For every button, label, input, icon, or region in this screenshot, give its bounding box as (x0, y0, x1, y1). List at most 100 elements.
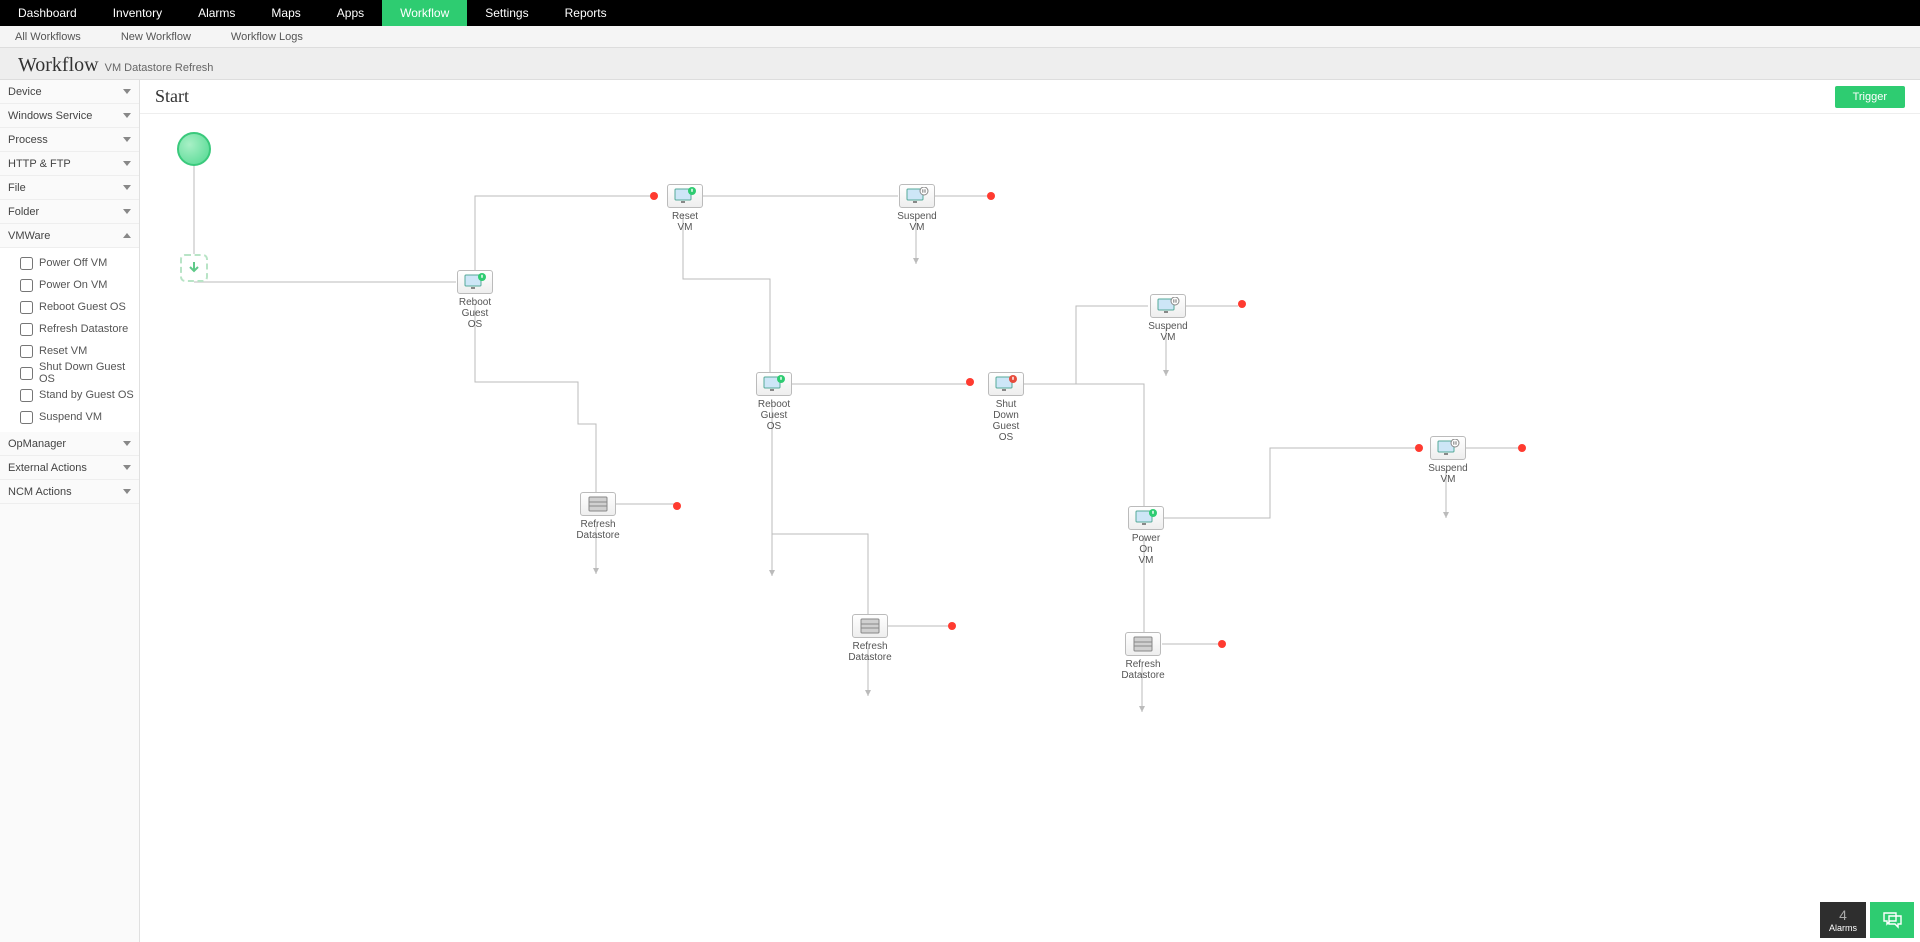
subnav-all-workflows[interactable]: All Workflows (15, 31, 81, 43)
monitor-off-icon (988, 372, 1024, 396)
fail-port-icon[interactable] (987, 192, 995, 200)
chevron-icon (123, 185, 131, 190)
checkbox[interactable] (20, 279, 33, 292)
chevron-icon (123, 489, 131, 494)
node-reset[interactable]: ResetVM (665, 184, 705, 233)
node-reboot2[interactable]: RebootGuestOS (754, 372, 794, 432)
fail-port-icon[interactable] (1238, 300, 1246, 308)
sidebar-cat-opmanager[interactable]: OpManager (0, 432, 139, 456)
title-bar: Workflow VM Datastore Refresh (0, 48, 1920, 80)
sidebar-cat-vmware[interactable]: VMWare (0, 224, 139, 248)
fail-port-icon[interactable] (673, 502, 681, 510)
sidebar-cat-folder[interactable]: Folder (0, 200, 139, 224)
sidebar-item-reboot-guest-os[interactable]: Reboot Guest OS (20, 296, 139, 318)
chevron-icon (123, 441, 131, 446)
sidebar-cat-external-actions[interactable]: External Actions (0, 456, 139, 480)
fail-port-icon[interactable] (966, 378, 974, 386)
checkbox[interactable] (20, 257, 33, 270)
node-shutdown[interactable]: ShutDownGuestOS (986, 372, 1026, 443)
subnav-new-workflow[interactable]: New Workflow (121, 31, 191, 43)
nav-inventory[interactable]: Inventory (95, 0, 180, 26)
monitor-pause-icon (899, 184, 935, 208)
node-label: ResetVM (650, 211, 720, 233)
sidebar-cat-http-ftp[interactable]: HTTP & FTP (0, 152, 139, 176)
fail-port-icon[interactable] (1415, 444, 1423, 452)
monitor-power-icon (457, 270, 493, 294)
top-nav: DashboardInventoryAlarmsMapsAppsWorkflow… (0, 0, 1920, 26)
checkbox[interactable] (20, 323, 33, 336)
datastore-icon (852, 614, 888, 638)
nav-settings[interactable]: Settings (467, 0, 546, 26)
drop-zone[interactable] (180, 254, 208, 282)
node-label: SuspendVM (1413, 463, 1483, 485)
nav-maps[interactable]: Maps (253, 0, 318, 26)
nav-apps[interactable]: Apps (319, 0, 382, 26)
chevron-icon (123, 161, 131, 166)
sidebar-item-shut-down-guest-os[interactable]: Shut Down Guest OS (20, 362, 139, 384)
checkbox[interactable] (20, 301, 33, 314)
checkbox[interactable] (20, 345, 33, 358)
subnav-workflow-logs[interactable]: Workflow Logs (231, 31, 303, 43)
canvas-header: Start Trigger (140, 80, 1920, 114)
chat-icon (1882, 911, 1902, 929)
monitor-pause-icon (1430, 436, 1466, 460)
node-label: ShutDownGuestOS (971, 399, 1041, 443)
nav-workflow[interactable]: Workflow (382, 0, 467, 26)
node-poweron[interactable]: PowerOnVM (1126, 506, 1166, 566)
monitor-power-icon (667, 184, 703, 208)
sidebar-cat-ncm-actions[interactable]: NCM Actions (0, 480, 139, 504)
node-refresh1[interactable]: RefreshDatastore (578, 492, 618, 541)
checkbox[interactable] (20, 389, 33, 402)
node-label: RebootGuestOS (739, 399, 809, 432)
node-suspend1[interactable]: SuspendVM (897, 184, 937, 233)
sidebar-cat-windows-service[interactable]: Windows Service (0, 104, 139, 128)
sidebar-cat-file[interactable]: File (0, 176, 139, 200)
trigger-button[interactable]: Trigger (1835, 86, 1905, 108)
node-suspend3[interactable]: SuspendVM (1428, 436, 1468, 485)
node-label: RebootGuestOS (440, 297, 510, 330)
node-label: RefreshDatastore (1108, 659, 1178, 681)
start-label: Start (155, 86, 189, 107)
alarms-badge[interactable]: 4 Alarms (1820, 902, 1866, 938)
workflow-canvas[interactable]: RebootGuestOS ResetVM SuspendVM RebootGuest… (140, 114, 1920, 942)
node-label: SuspendVM (1133, 321, 1203, 343)
chevron-icon (123, 233, 131, 238)
connections (140, 114, 1920, 942)
chat-button[interactable] (1870, 902, 1914, 938)
sidebar-item-reset-vm[interactable]: Reset VM (20, 340, 139, 362)
sidebar-item-suspend-vm[interactable]: Suspend VM (20, 406, 139, 428)
monitor-power-icon (756, 372, 792, 396)
sub-nav: All Workflows New Workflow Workflow Logs (0, 26, 1920, 48)
datastore-icon (580, 492, 616, 516)
sidebar-cat-process[interactable]: Process (0, 128, 139, 152)
chevron-icon (123, 137, 131, 142)
arrow-down-icon (188, 262, 200, 274)
sidebar-item-power-on-vm[interactable]: Power On VM (20, 274, 139, 296)
start-node[interactable] (177, 132, 211, 166)
fail-port-icon[interactable] (1518, 444, 1526, 452)
fail-port-icon[interactable] (948, 622, 956, 630)
sidebar-item-power-off-vm[interactable]: Power Off VM (20, 252, 139, 274)
fail-port-icon[interactable] (650, 192, 658, 200)
node-label: SuspendVM (882, 211, 952, 233)
nav-reports[interactable]: Reports (547, 0, 625, 26)
sidebar-item-refresh-datastore[interactable]: Refresh Datastore (20, 318, 139, 340)
node-reboot1[interactable]: RebootGuestOS (455, 270, 495, 330)
nav-alarms[interactable]: Alarms (180, 0, 253, 26)
node-label: RefreshDatastore (835, 641, 905, 663)
bottom-bar: 4 Alarms (1820, 902, 1914, 938)
fail-port-icon[interactable] (1218, 640, 1226, 648)
sidebar-item-stand-by-guest-os[interactable]: Stand by Guest OS (20, 384, 139, 406)
checkbox[interactable] (20, 367, 33, 380)
chevron-icon (123, 113, 131, 118)
page-subtitle: VM Datastore Refresh (105, 62, 214, 74)
sidebar-cat-device[interactable]: Device (0, 80, 139, 104)
node-refresh2[interactable]: RefreshDatastore (850, 614, 890, 663)
chevron-icon (123, 209, 131, 214)
chevron-icon (123, 465, 131, 470)
checkbox[interactable] (20, 411, 33, 424)
node-refresh3[interactable]: RefreshDatastore (1123, 632, 1163, 681)
nav-dashboard[interactable]: Dashboard (0, 0, 95, 26)
node-suspend2[interactable]: SuspendVM (1148, 294, 1188, 343)
datastore-icon (1125, 632, 1161, 656)
